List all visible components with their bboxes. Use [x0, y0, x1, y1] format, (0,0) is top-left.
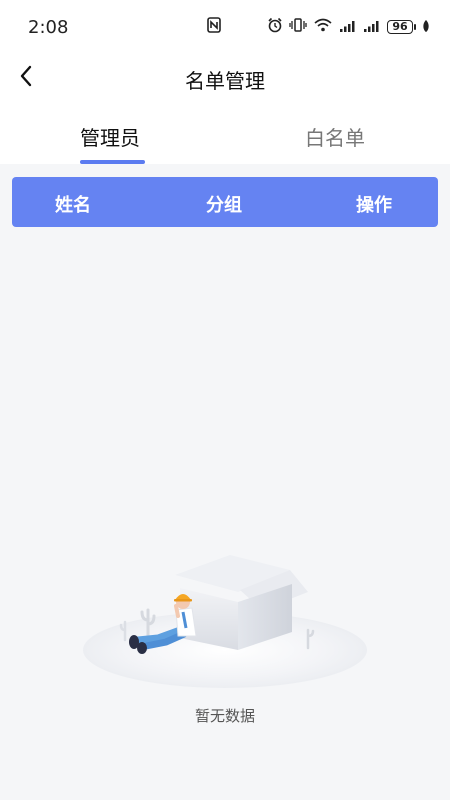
tab-bar: 管理员 白名单 — [0, 100, 450, 164]
vibrate-icon — [289, 17, 307, 37]
battery-icon: 96 — [387, 20, 416, 34]
status-time: 2:08 — [28, 17, 69, 38]
leaf-icon — [422, 18, 430, 37]
status-bar: 2:08 96 — [0, 0, 450, 56]
nfc-icon — [207, 17, 221, 37]
tab-admin[interactable]: 管理员 — [80, 122, 140, 151]
column-header-action: 操作 — [356, 195, 392, 216]
page-title: 名单管理 — [185, 69, 265, 93]
tab-whitelist[interactable]: 白名单 — [305, 122, 365, 151]
nav-bar: 名单管理 — [0, 56, 450, 100]
signal-icon — [363, 18, 381, 37]
column-header-name: 姓名 — [55, 195, 91, 216]
wifi-icon — [313, 17, 333, 37]
empty-box-illustration — [80, 550, 370, 690]
signal-icon — [339, 18, 357, 37]
alarm-icon — [267, 17, 283, 37]
table-header: 姓名 分组 操作 — [12, 177, 438, 227]
battery-level: 96 — [387, 20, 413, 34]
empty-state-text: 暂无数据 — [194, 707, 255, 725]
status-icons: 96 — [207, 17, 430, 37]
active-tab-indicator — [80, 160, 145, 164]
column-header-group: 分组 — [206, 195, 242, 216]
